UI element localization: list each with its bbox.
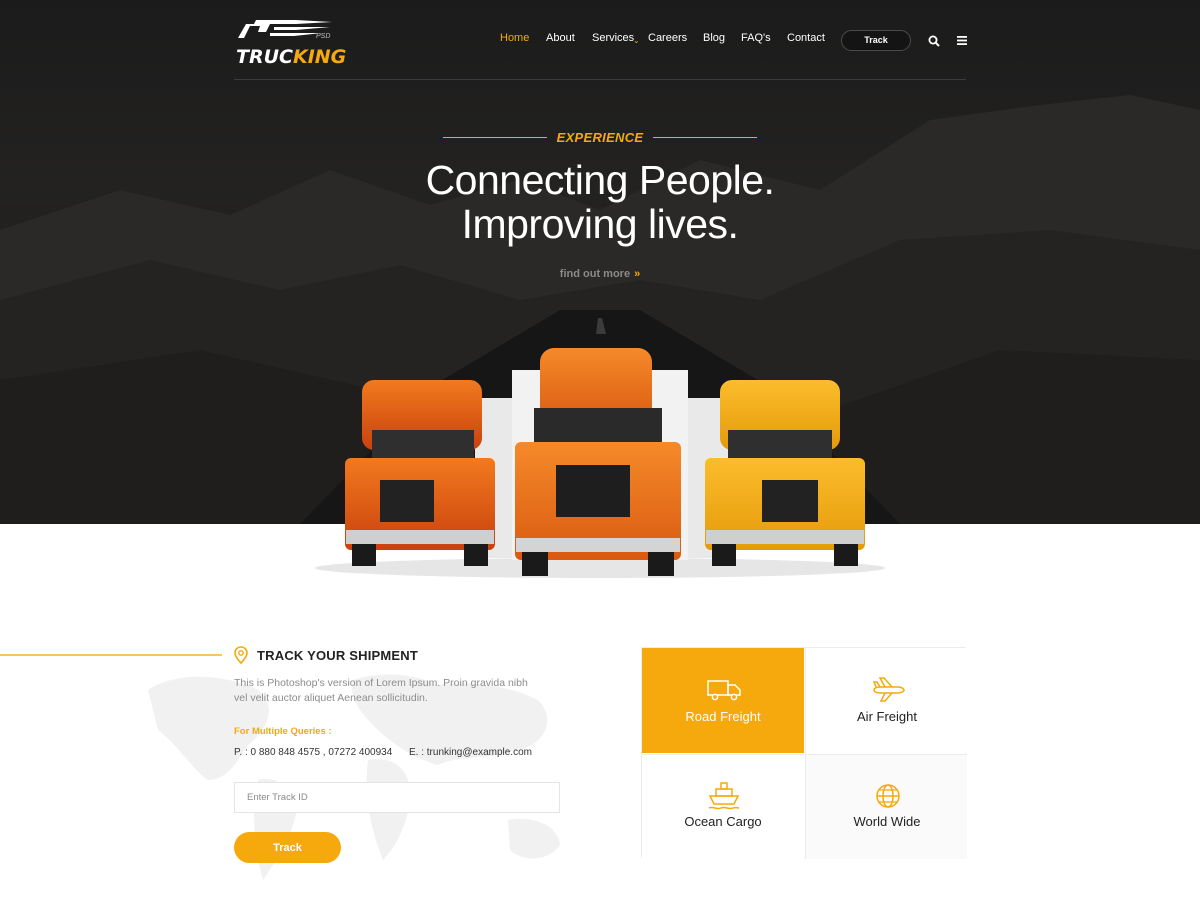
contact-phone: P. : 0 880 848 4575 , 07272 400934 [234, 747, 393, 758]
queries-label: For Multiple Queries : [234, 726, 332, 737]
service-label: Air Freight [857, 709, 917, 724]
eyebrow-line-right [653, 137, 757, 138]
ship-icon [708, 782, 740, 810]
hamburger-menu-icon[interactable] [957, 36, 967, 45]
site-header: PSD TRUCKING Home About Services ⌄ Caree… [234, 16, 967, 80]
brand-logo[interactable]: PSD TRUCKING [234, 18, 346, 68]
map-pin-icon [234, 646, 248, 664]
nav-item-careers[interactable]: Careers [648, 32, 687, 44]
find-out-more-label: find out more [559, 268, 631, 280]
logo-wordmark-main: TRUC [236, 46, 293, 68]
track-section-title: TRACK YOUR SHIPMENT [257, 648, 419, 663]
track-description: This is Photoshop's version of Lorem Ips… [234, 677, 528, 704]
service-label: World Wide [853, 814, 921, 829]
nav-item-services[interactable]: Services [592, 32, 634, 44]
truck-icon [707, 680, 741, 701]
nav-item-about[interactable]: About [546, 32, 575, 44]
hero-eyebrow: EXPERIENCE [443, 128, 757, 148]
services-grid: Road Freight Air Freight Ocean Cargo Wor… [641, 647, 967, 859]
track-id-input[interactable] [234, 782, 560, 813]
nav-item-contact[interactable]: Contact [787, 32, 825, 44]
trucks-image [315, 348, 885, 578]
globe-icon [876, 784, 900, 808]
nav-item-home[interactable]: Home [500, 32, 529, 44]
service-world-wide[interactable]: World Wide [805, 754, 967, 859]
service-ocean-cargo[interactable]: Ocean Cargo [642, 754, 804, 859]
service-label: Road Freight [685, 709, 761, 724]
track-accent-line [0, 654, 222, 656]
search-icon[interactable] [928, 35, 940, 47]
logo-wordmark: TRUCKING [236, 46, 346, 68]
logo-wordmark-accent: KING [292, 46, 347, 68]
nav-item-blog[interactable]: Blog [703, 32, 725, 44]
nav-item-faqs[interactable]: FAQ's [741, 32, 771, 44]
airplane-icon [872, 677, 905, 702]
double-chevron-right-icon: » [634, 268, 641, 280]
logo-subtitle: PSD [316, 33, 331, 40]
headline-line-1: Connecting People. [425, 157, 775, 203]
header-track-button[interactable]: Track [841, 30, 911, 51]
service-road-freight[interactable]: Road Freight [642, 648, 804, 753]
contact-email[interactable]: E. : trunking@example.com [409, 747, 532, 758]
service-air-freight[interactable]: Air Freight [805, 648, 967, 753]
find-out-more-link[interactable]: find out more» [500, 268, 700, 280]
headline-line-2: Improving lives. [461, 201, 739, 247]
track-submit-button[interactable]: Track [234, 832, 341, 863]
service-label: Ocean Cargo [684, 814, 762, 829]
hero-headline: Connecting People. Improving lives. [300, 158, 900, 246]
chevron-down-icon[interactable]: ⌄ [633, 36, 640, 45]
